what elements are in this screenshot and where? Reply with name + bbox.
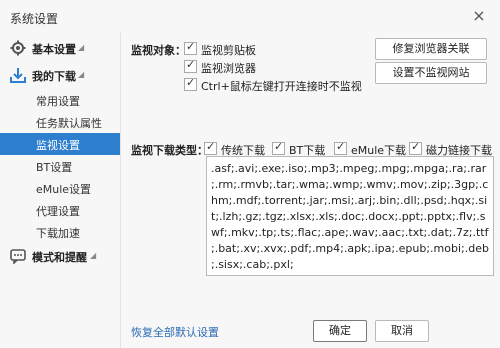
sidebar-item-label: 监视设置 [36,139,80,152]
settings-window: 系统设置 × 基本设置 ◢ 我的下载 ◢ 常用设置 任务默认属性 监视设置 BT… [0,0,500,348]
window-title: 系统设置 [10,12,59,26]
sidebar-item-label: 常用设置 [36,95,80,108]
sidebar-item-bt-settings[interactable]: BT设置 [0,155,120,177]
sidebar: 基本设置 ◢ 我的下载 ◢ 常用设置 任务默认属性 监视设置 BT设置 eMul… [0,32,121,348]
collapse-arrow-icon: ◢ [78,70,85,79]
collapse-arrow-icon: ◢ [78,43,85,52]
settings-panel: 监视对象： 监视剪贴板 监视浏览器 Ctrl+鼠标左键打开连接时不监视 修复浏览… [121,32,500,348]
monitor-targets-heading: 监视对象： [131,44,186,57]
collapse-arrow-icon: ◢ [90,251,97,260]
sidebar-section-label: 模式和提醒 [32,251,87,264]
monitor-browser-checkbox[interactable] [184,58,197,73]
sidebar-section-basic[interactable]: 基本设置 ◢ [0,36,120,60]
sidebar-item-label: eMule设置 [36,183,92,196]
bt-download-checkbox[interactable] [272,140,285,155]
sidebar-section-label: 我的下载 [32,70,76,83]
sidebar-item-emule-settings[interactable]: eMule设置 [0,177,120,199]
sidebar-item-download-acceleration[interactable]: 下载加速 [0,221,120,243]
sidebar-section-label: 基本设置 [32,43,76,56]
sidebar-item-common-settings[interactable]: 常用设置 [0,89,120,111]
magnet-download-checkbox[interactable] [409,140,422,155]
cancel-button[interactable]: 取消 [375,320,429,342]
sidebar-section-mode[interactable]: 模式和提醒 ◢ [0,244,120,268]
sidebar-item-label: 任务默认属性 [36,117,102,130]
gear-icon [10,40,26,56]
sidebar-item-task-defaults[interactable]: 任务默认属性 [0,111,120,133]
close-button[interactable]: × [470,7,488,25]
monitor-clipboard-label: 监视剪贴板 [201,44,256,57]
monitor-download-types-heading: 监视下载类型： [131,144,208,157]
sidebar-item-label: BT设置 [36,161,73,174]
restore-defaults-link[interactable]: 恢复全部默认设置 [131,324,219,340]
sidebar-item-monitor-settings[interactable]: 监视设置 [0,133,120,155]
sidebar-item-label: 下载加速 [36,227,80,240]
emule-download-checkbox[interactable] [334,140,347,155]
set-unmonitored-sites-button[interactable]: 设置不监视网站 [375,62,487,84]
ctrl-click-no-monitor-checkbox[interactable] [184,76,197,91]
sidebar-item-label: 代理设置 [36,205,80,218]
title-bar: 系统设置 × [0,0,500,32]
monitor-browser-label: 监视浏览器 [201,62,256,75]
download-icon [10,68,26,83]
ctrl-click-no-monitor-label: Ctrl+鼠标左键打开连接时不监视 [201,80,362,93]
traditional-download-checkbox[interactable] [204,140,217,155]
monitor-clipboard-checkbox[interactable] [184,40,197,55]
fix-browser-association-button[interactable]: 修复浏览器关联 [375,38,487,60]
sidebar-section-download[interactable]: 我的下载 ◢ [0,63,120,87]
ok-button[interactable]: 确定 [313,320,367,342]
file-extensions-textarea[interactable]: .asf;.avi;.exe;.iso;.mp3;.mpeg;.mpg;.mpg… [206,156,494,276]
sidebar-item-proxy-settings[interactable]: 代理设置 [0,199,120,221]
chat-bubble-icon [10,249,26,264]
